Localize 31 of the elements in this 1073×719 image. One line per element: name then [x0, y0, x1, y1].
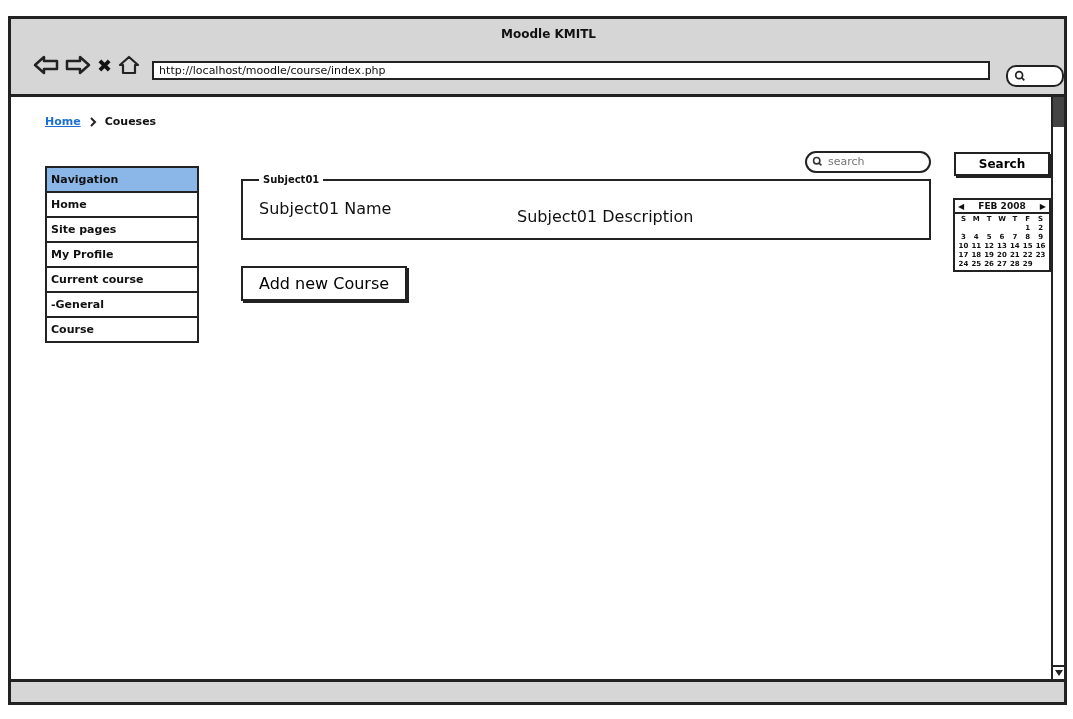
- down-arrow-icon[interactable]: [1053, 669, 1064, 677]
- breadcrumb-current: Coueses: [104, 115, 157, 128]
- navigation-item[interactable]: Home: [47, 193, 197, 218]
- back-icon[interactable]: [33, 55, 59, 75]
- home-icon[interactable]: [118, 55, 141, 75]
- scroll-thumb[interactable]: [1053, 97, 1064, 127]
- subject-name: Subject01 Name: [259, 199, 393, 218]
- browser-search-field[interactable]: [1006, 65, 1064, 87]
- address-field[interactable]: http://localhost/moodle/course/index.php: [152, 60, 990, 80]
- breadcrumb-link[interactable]: Home: [45, 115, 81, 128]
- next-month-button[interactable]: ▶: [1039, 201, 1046, 211]
- navigation-item[interactable]: Current course: [47, 268, 197, 293]
- navigation-item[interactable]: Course: [47, 318, 197, 341]
- search-icon: [812, 156, 823, 167]
- subject-description: Subject01 Description: [517, 207, 694, 226]
- group-legend: Subject01: [259, 174, 324, 185]
- navigation-item[interactable]: Navigation: [47, 168, 197, 193]
- previous-month-button[interactable]: ◀: [958, 201, 965, 211]
- vertical-scrollbar[interactable]: [1051, 97, 1064, 679]
- navigation-item[interactable]: My Profile: [47, 243, 197, 268]
- chevron-icon: [88, 116, 97, 127]
- navigation-item[interactable]: -General: [47, 293, 197, 318]
- stop-button[interactable]: ✖: [97, 54, 113, 76]
- window-title: Moodle KMITL: [501, 27, 596, 41]
- navigation-item[interactable]: Site pages: [47, 218, 197, 243]
- forward-icon[interactable]: [65, 55, 91, 75]
- search-icon: [1014, 70, 1026, 82]
- search-button[interactable]: Search: [954, 152, 1050, 176]
- search-field[interactable]: search: [805, 150, 931, 173]
- add-course-button[interactable]: Add new Course: [241, 266, 408, 301]
- calendar-month: FEB 2008: [978, 201, 1026, 211]
